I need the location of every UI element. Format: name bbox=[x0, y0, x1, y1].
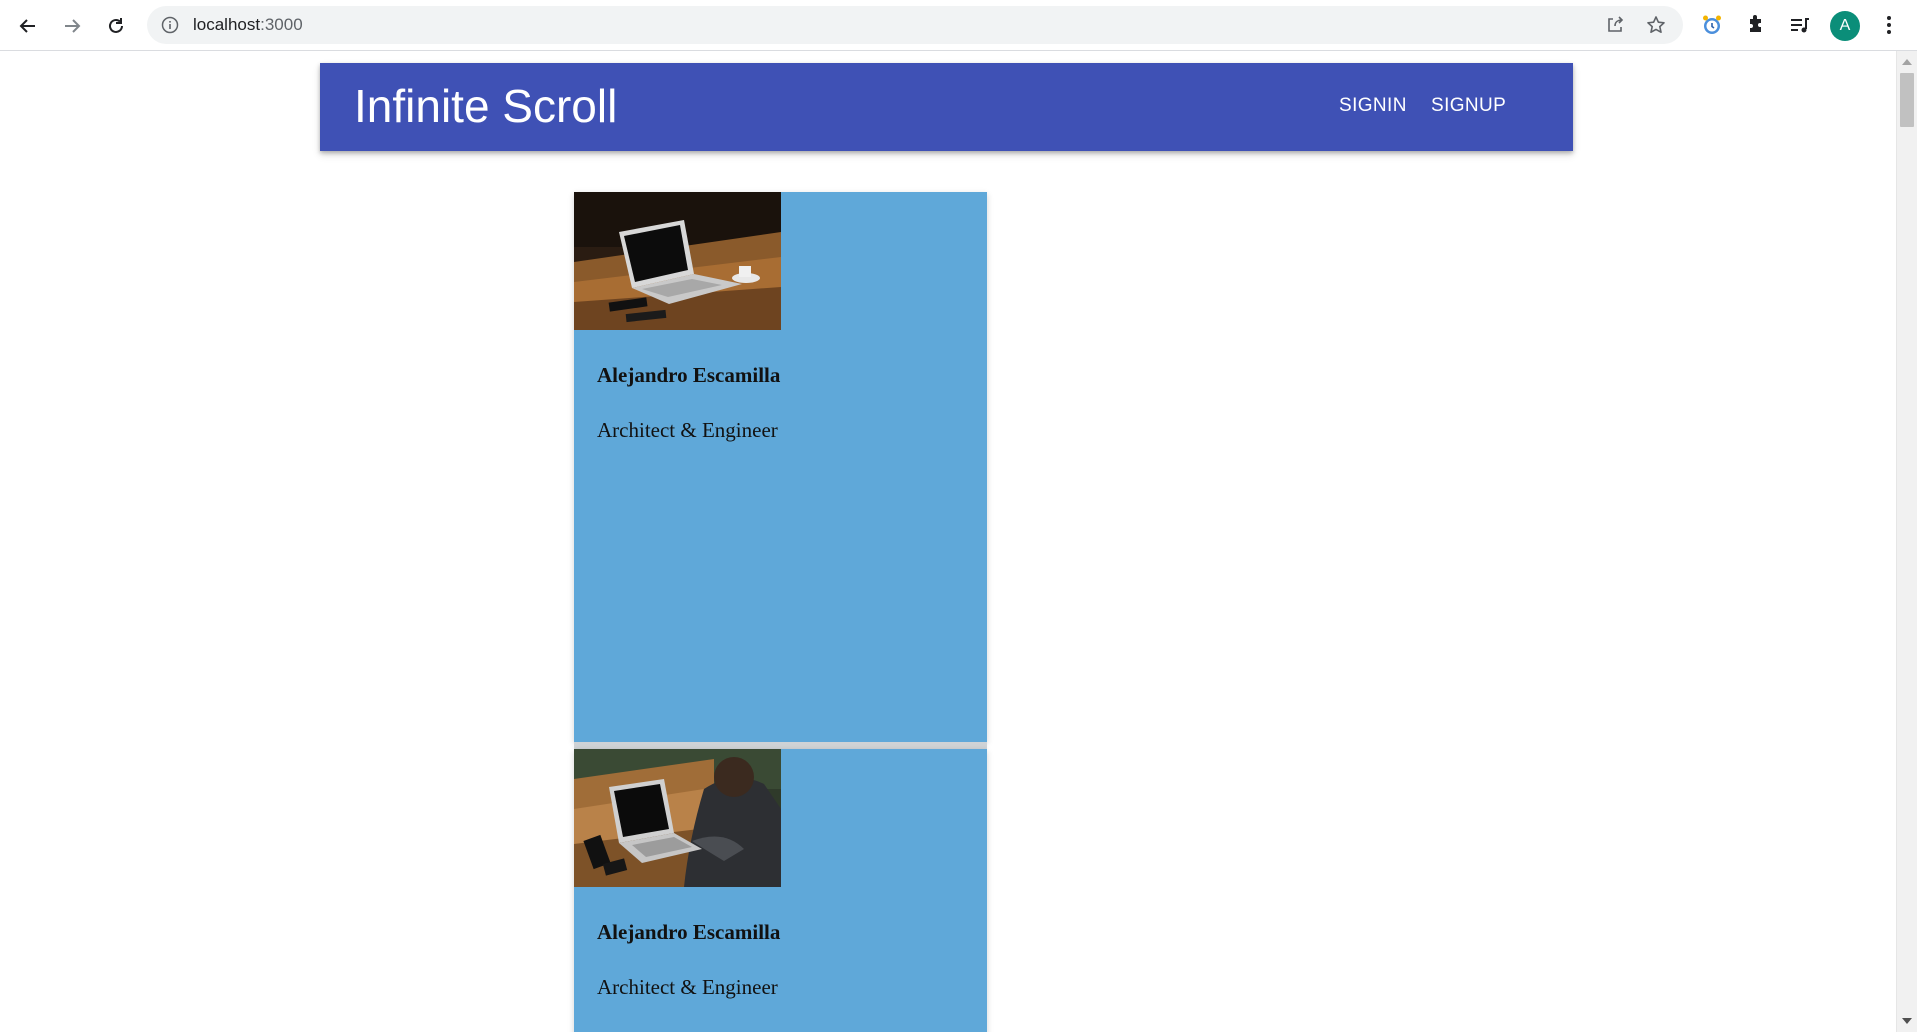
scroll-up-arrow-icon[interactable] bbox=[1902, 59, 1912, 65]
back-button[interactable] bbox=[12, 10, 44, 42]
signin-link[interactable]: SIGNIN bbox=[1339, 94, 1407, 118]
profile-card[interactable]: Alejandro Escamilla Architect & Engineer bbox=[574, 192, 987, 742]
bookmark-star-icon[interactable] bbox=[1646, 15, 1666, 35]
address-bar[interactable]: localhost:3000 bbox=[147, 6, 1683, 44]
media-playlist-icon[interactable] bbox=[1788, 13, 1812, 37]
card-image bbox=[574, 192, 781, 330]
more-menu-icon[interactable] bbox=[1877, 13, 1901, 37]
url-text[interactable]: localhost:3000 bbox=[193, 16, 303, 34]
forward-arrow-icon bbox=[65, 19, 81, 33]
scroll-thumb[interactable] bbox=[1900, 73, 1914, 127]
alarm-clock-extension-icon[interactable] bbox=[1700, 13, 1724, 37]
card-name: Alejandro Escamilla bbox=[597, 920, 781, 944]
reload-button[interactable] bbox=[100, 10, 132, 42]
profile-card[interactable]: Alejandro Escamilla Architect & Engineer bbox=[574, 749, 987, 1032]
page-viewport: Infinite Scroll SIGNIN SIGNUP Alejandro … bbox=[0, 51, 1896, 1032]
share-icon[interactable] bbox=[1605, 15, 1625, 35]
card-role: Architect & Engineer bbox=[597, 975, 778, 999]
scroll-down-arrow-icon[interactable] bbox=[1902, 1018, 1912, 1024]
app-title: Infinite Scroll bbox=[354, 80, 618, 132]
signup-link[interactable]: SIGNUP bbox=[1431, 94, 1506, 118]
url-host: localhost bbox=[193, 15, 261, 34]
card-divider bbox=[574, 742, 987, 749]
back-arrow-icon bbox=[19, 19, 35, 33]
person-typing-laptop-photo bbox=[574, 749, 781, 887]
url-port: :3000 bbox=[260, 15, 303, 34]
extensions-puzzle-icon[interactable] bbox=[1744, 13, 1768, 37]
card-role: Architect & Engineer bbox=[597, 418, 778, 442]
laptop-on-table-photo bbox=[574, 192, 781, 330]
reload-icon bbox=[109, 18, 123, 33]
profile-avatar[interactable]: A bbox=[1830, 11, 1860, 41]
forward-button[interactable] bbox=[56, 10, 88, 42]
card-name: Alejandro Escamilla bbox=[597, 363, 781, 387]
site-info-icon[interactable] bbox=[161, 16, 179, 34]
browser-toolbar: localhost:3000 A bbox=[0, 0, 1917, 51]
page-scrollbar[interactable] bbox=[1896, 51, 1917, 1032]
app-bar: Infinite Scroll SIGNIN SIGNUP bbox=[320, 63, 1573, 151]
card-image bbox=[574, 749, 781, 887]
